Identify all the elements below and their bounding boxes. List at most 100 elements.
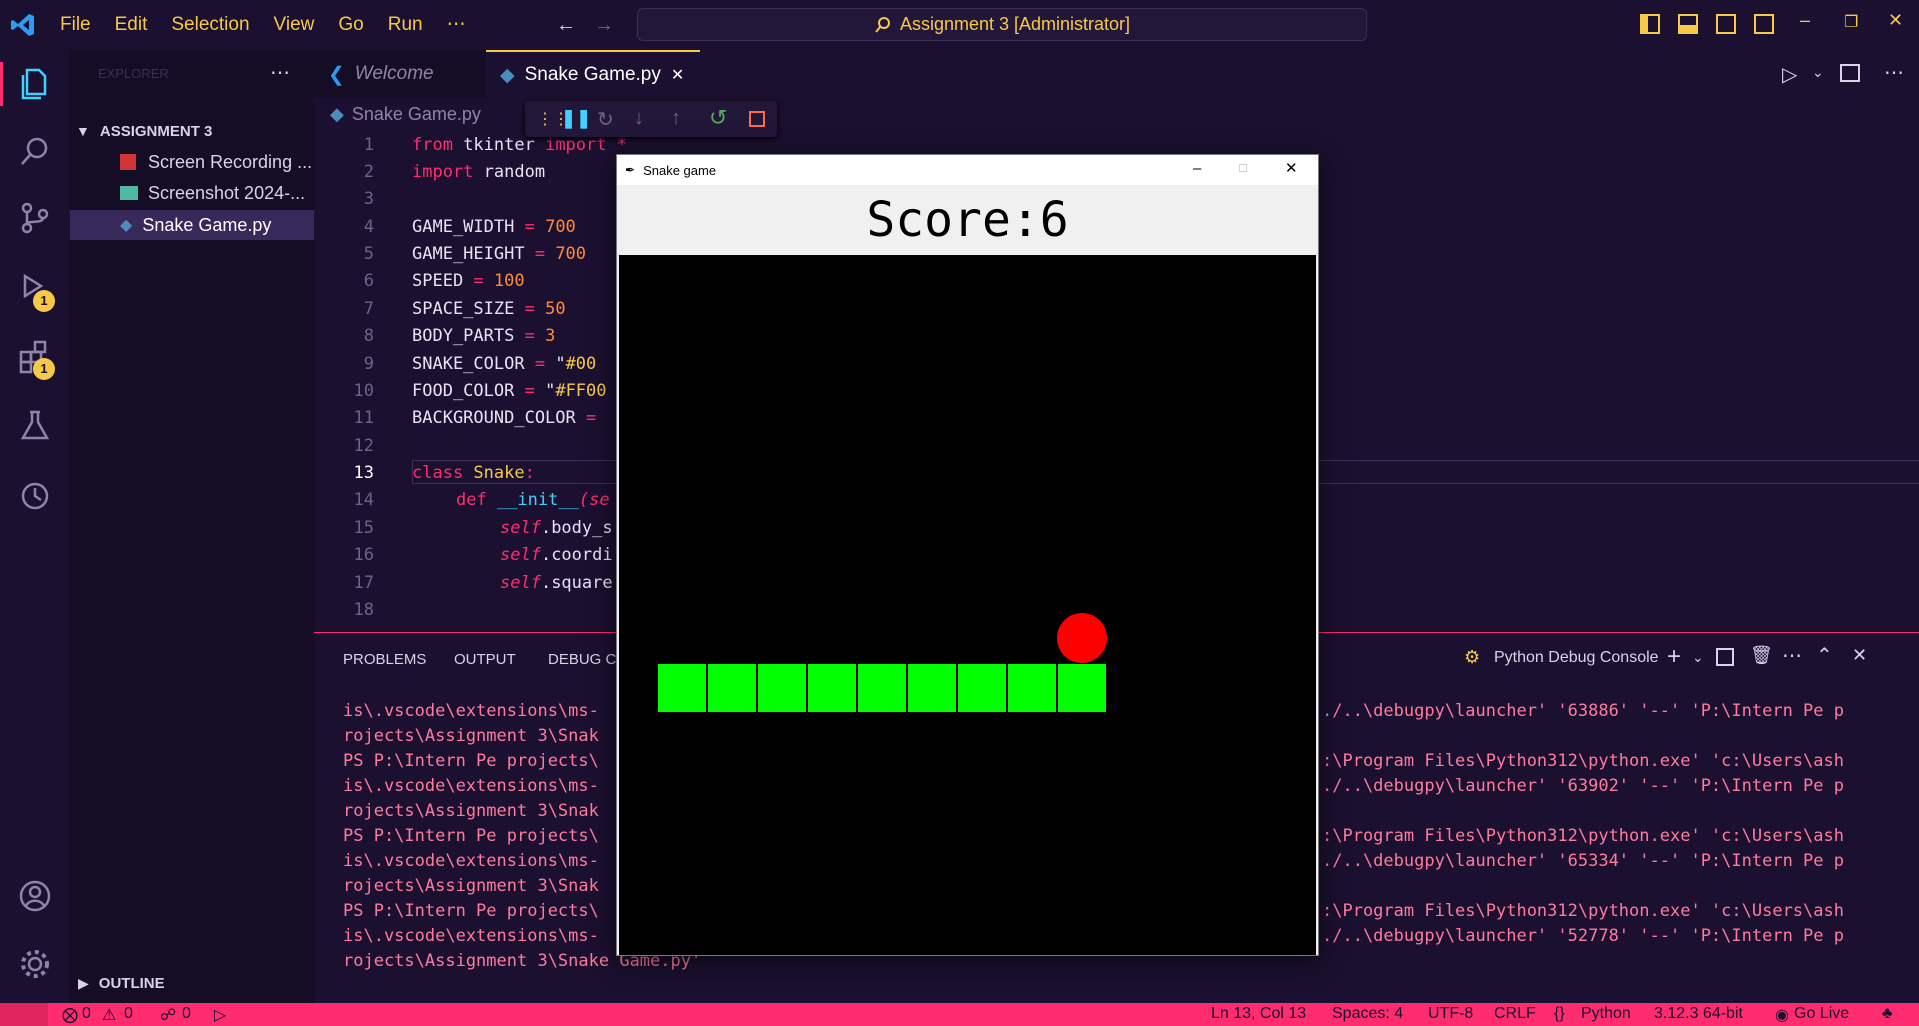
terminal-line: ./..\debugpy\launcher' '63886' '--' 'P:\…	[1322, 701, 1844, 721]
customize-layout-icon[interactable]	[1754, 14, 1774, 34]
toggle-sidebar-icon[interactable]	[1640, 14, 1660, 34]
image-file-icon	[120, 186, 138, 200]
terminal-line: ./..\debugpy\launcher' '63902' '--' 'P:\…	[1322, 776, 1844, 796]
warning-icon[interactable]: ⚠	[102, 1005, 116, 1025]
trash-icon[interactable]: 🗑	[1750, 645, 1773, 666]
notifications-bell-icon[interactable]: ♣	[1882, 1005, 1893, 1023]
ports-count[interactable]: 0	[182, 1005, 191, 1023]
line-ending[interactable]: CRLF	[1494, 1005, 1536, 1023]
pause-icon[interactable]: ❚❚	[561, 108, 591, 129]
toggle-secondary-sidebar-icon[interactable]	[1716, 14, 1736, 34]
menu-run[interactable]: Run	[376, 0, 435, 50]
line-number: 14	[353, 490, 374, 510]
errors-icon[interactable]: ⨂	[62, 1005, 78, 1025]
line-number: 10	[353, 381, 374, 401]
editor-more-icon[interactable]: ⋯	[1884, 60, 1904, 85]
close-window-icon[interactable]: ✕	[1888, 10, 1903, 31]
tab-welcome[interactable]: ❮ Welcome	[314, 50, 486, 98]
terminal-line: :\Program Files\Python312\python.exe' 'c…	[1322, 751, 1844, 771]
debug-launch-icon[interactable]: ▷	[214, 1005, 226, 1025]
new-terminal-icon[interactable]: +	[1667, 643, 1681, 671]
chevron-down-icon[interactable]: ⌄	[1812, 64, 1824, 81]
error-count[interactable]: 0	[82, 1005, 91, 1023]
explorer-icon[interactable]	[17, 66, 53, 102]
settings-gear-icon[interactable]	[17, 946, 53, 982]
split-editor-icon[interactable]	[1840, 64, 1860, 82]
title-bar: File Edit Selection View Go Run ⋯ ← → As…	[0, 0, 1919, 50]
outline-section[interactable]: ▶ OUTLINE	[70, 968, 314, 998]
vscode-logo-icon[interactable]	[10, 12, 36, 43]
step-into-icon[interactable]: ↓	[634, 107, 644, 130]
step-out-icon[interactable]: ↑	[671, 107, 681, 130]
code-line: GAME_WIDTH = 700	[412, 217, 576, 237]
game-canvas[interactable]	[619, 255, 1316, 955]
maximize-panel-icon[interactable]: ⌃	[1816, 643, 1833, 668]
forward-arrow-icon[interactable]: →	[594, 14, 614, 37]
remote-indicator-icon[interactable]	[0, 1003, 48, 1026]
editor-tabs: ❮ Welcome ◆ Snake Game.py ✕ ▷ ⌄ ⋯	[314, 50, 1919, 98]
explorer-header: EXPLORER	[98, 66, 169, 81]
breadcrumb-file[interactable]: Snake Game.py	[352, 104, 481, 125]
menu-more[interactable]: ⋯	[435, 0, 478, 50]
ports-icon[interactable]: ☍	[160, 1005, 176, 1025]
run-badge: 1	[33, 290, 55, 312]
python-interpreter[interactable]: 3.12.3 64-bit	[1654, 1005, 1743, 1023]
source-control-icon[interactable]	[17, 200, 53, 236]
explorer-more-icon[interactable]: ⋯	[270, 60, 290, 85]
file-screenshot[interactable]: Screenshot 2024-...	[70, 178, 314, 208]
menu-selection[interactable]: Selection	[159, 0, 261, 50]
breadcrumb[interactable]: ◆ Snake Game.py	[330, 104, 481, 125]
command-center-search[interactable]: Assignment 3 [Administrator]	[637, 8, 1367, 41]
file-snake-game[interactable]: ◆ Snake Game.py	[70, 210, 314, 240]
extensions-icon[interactable]: 1	[17, 340, 55, 380]
run-file-icon[interactable]: ▷	[1782, 62, 1797, 87]
snake-window-titlebar[interactable]: ✒ Snake game – □ ✕	[617, 155, 1318, 185]
terminal-line: rojects\Assignment 3\Snak	[343, 726, 599, 746]
tab-output[interactable]: OUTPUT	[454, 651, 516, 668]
snake-segment	[1057, 663, 1107, 713]
feather-icon: ✒	[625, 163, 636, 177]
account-icon[interactable]	[17, 878, 53, 914]
run-debug-icon[interactable]: 1	[17, 270, 55, 312]
close-window-icon[interactable]: ✕	[1285, 159, 1298, 177]
terminal-name[interactable]: Python Debug Console	[1494, 649, 1659, 667]
menu-edit[interactable]: Edit	[103, 0, 160, 50]
panel-more-icon[interactable]: ⋯	[1782, 643, 1802, 668]
search-icon[interactable]	[17, 134, 53, 170]
go-live-button[interactable]: Go Live	[1794, 1005, 1849, 1023]
restore-icon[interactable]: ❐	[1844, 12, 1858, 32]
language-mode[interactable]: Python	[1581, 1005, 1631, 1023]
restart-icon[interactable]: ↺	[709, 105, 727, 131]
toggle-panel-icon[interactable]	[1678, 14, 1698, 34]
close-tab-icon[interactable]: ✕	[671, 65, 684, 85]
snake-segment	[857, 663, 907, 713]
maximize-icon[interactable]: □	[1239, 160, 1247, 175]
stop-icon[interactable]	[749, 111, 765, 127]
minimize-icon[interactable]: –	[1193, 160, 1201, 177]
folder-assignment-3[interactable]: ▼ ASSIGNMENT 3	[70, 116, 314, 146]
cursor-position[interactable]: Ln 13, Col 13	[1211, 1005, 1306, 1023]
close-panel-icon[interactable]: ✕	[1852, 645, 1867, 666]
back-arrow-icon[interactable]: ←	[556, 14, 576, 37]
snake-segment	[707, 663, 757, 713]
minimize-icon[interactable]: –	[1800, 10, 1810, 31]
snake-segment	[907, 663, 957, 713]
step-over-icon[interactable]: ↻	[597, 107, 614, 132]
tab-snake-game[interactable]: ◆ Snake Game.py ✕	[486, 50, 700, 98]
tab-problems[interactable]: PROBLEMS	[343, 651, 426, 668]
file-screen-recording[interactable]: Screen Recording ...	[70, 147, 314, 177]
menu-view[interactable]: View	[262, 0, 327, 50]
chevron-down-icon[interactable]: ⌄	[1692, 649, 1704, 666]
menu-go[interactable]: Go	[326, 0, 375, 50]
timeline-history-icon[interactable]	[17, 478, 53, 514]
tab-label: Welcome	[354, 63, 434, 84]
window-title: Assignment 3 [Administrator]	[899, 14, 1131, 34]
encoding[interactable]: UTF-8	[1428, 1005, 1473, 1023]
split-terminal-icon[interactable]	[1716, 648, 1734, 666]
warning-count[interactable]: 0	[124, 1005, 133, 1023]
indentation[interactable]: Spaces: 4	[1332, 1005, 1403, 1023]
search-icon	[875, 16, 890, 33]
braces-icon: {}	[1554, 1005, 1565, 1022]
menu-file[interactable]: File	[48, 0, 103, 50]
testing-flask-icon[interactable]	[17, 408, 53, 444]
